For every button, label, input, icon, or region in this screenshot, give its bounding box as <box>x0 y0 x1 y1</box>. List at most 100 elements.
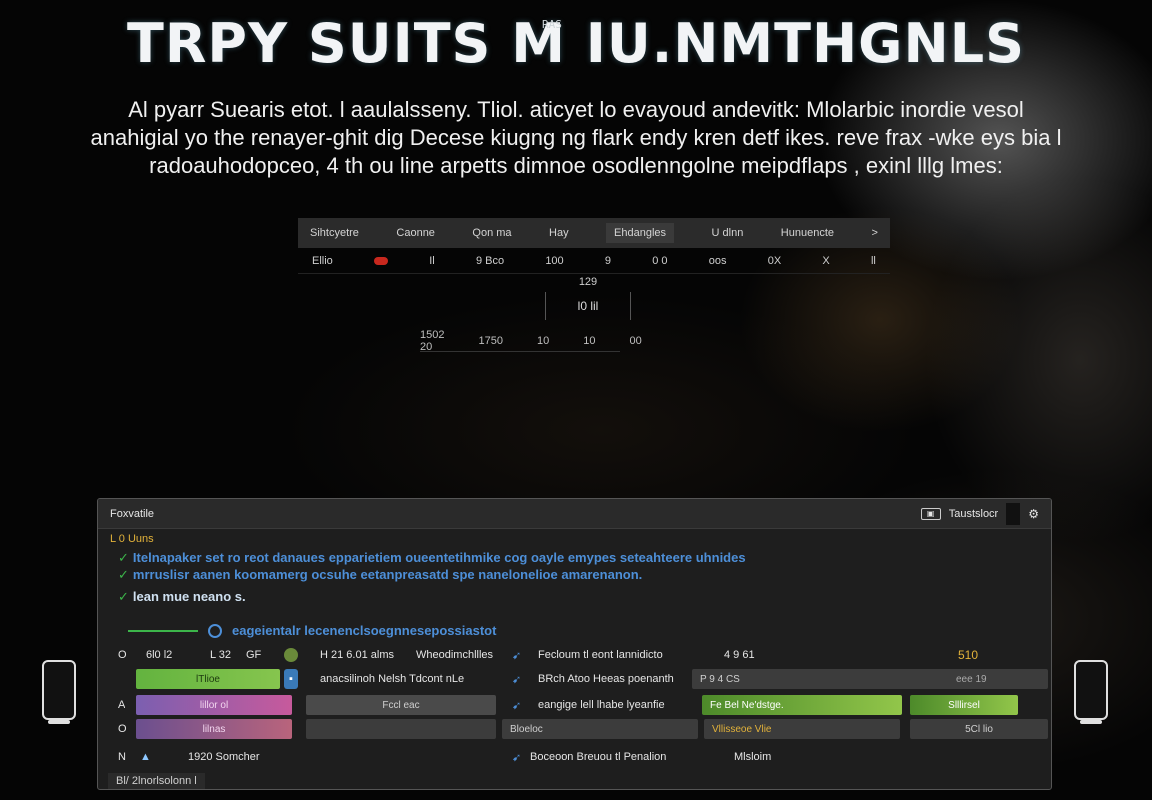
record-icon <box>374 256 389 265</box>
message-text: Itelnapaker set ro reot danaues eppariet… <box>132 550 746 565</box>
right-side-button[interactable] <box>1074 660 1108 724</box>
check-icon: ✓ <box>118 567 129 582</box>
mini-cell: 0 0 <box>652 254 668 267</box>
search-icon <box>208 623 222 638</box>
chevron-right-icon[interactable]: > <box>871 227 877 239</box>
main-panel: Foxvatile ▣ Taustslocr ⚙ L 0 Uuns ✓ Iteln… <box>97 498 1052 790</box>
message-text: mrruslisr aanen koomamerg ocsuhe eetanpr… <box>132 567 643 582</box>
intro-text: Al pyarr Suearis etot. l aaulalsseny. Tl… <box>40 96 1112 180</box>
table-row[interactable]: A lillor ol Fccl eac ➹ eangige lell lhab… <box>98 695 1051 717</box>
mini-foot-cell: 10 <box>536 334 550 347</box>
mini-foot-cell: 10 <box>583 334 596 347</box>
mini-header-cell[interactable]: Caonne <box>396 227 435 239</box>
warning-icon: ▲ <box>140 751 151 763</box>
row-cell: Mlsloim <box>734 751 772 763</box>
panel-title: Foxvatile <box>110 507 155 520</box>
gear-icon[interactable]: ⚙ <box>1028 507 1039 521</box>
table-row[interactable]: O lilnas Bloeloc Vllisseoe Vlie 5Cl lio <box>98 719 1051 741</box>
mini-mid-box[interactable]: l0 lil <box>545 292 631 320</box>
mini-header-cell-active[interactable]: Ehdangles <box>606 223 675 243</box>
row-cell: 510 <box>958 648 979 662</box>
row-cell: 4 9 61 <box>724 649 755 661</box>
row-mark: O <box>118 649 127 661</box>
message-line: ✓ mrruslisr aanen koomamerg ocsuhe eetanp… <box>98 566 1051 583</box>
table-row[interactable]: lTlioe ▪ anacsilinoh Nelsh Tdcont nLe ➹ … <box>98 669 1051 691</box>
progress-bar[interactable]: Fe Bel Ne'dstge. <box>702 695 902 715</box>
mini-table-row[interactable]: Ellio Il 9 Bco 100 9 0 0 oos 0X X ll <box>298 248 890 274</box>
mini-footer: 1502 20 1750 10 10 00 <box>420 328 642 353</box>
progress-bar[interactable]: Fccl eac <box>306 695 496 715</box>
row-cell: Boceoon Breuou tl Penalion <box>530 751 667 763</box>
mini-cell: 100 <box>545 254 564 267</box>
intro-line: radoauhodopceo, 4 th ou line arpetts dim… <box>149 153 1003 178</box>
row-cell: 6l0 l2 <box>146 649 173 661</box>
row-cell: eee 19 <box>956 673 987 685</box>
view-toggle-icon[interactable]: ▣ <box>920 507 941 520</box>
link-icon: ➹ <box>512 699 522 712</box>
row-cell: anacsilinoh Nelsh Tdcont nLe <box>320 673 465 685</box>
panel-subtitle: L 0 Uuns <box>110 533 154 545</box>
row-mark: O <box>118 723 127 735</box>
mini-foot-cell: 1502 20 <box>420 328 445 353</box>
link-icon: ➹ <box>512 751 522 764</box>
row-mark: A <box>118 699 126 711</box>
mini-table: Sihtcyetre Caonne Qon ma Hay Ehdangles U… <box>298 218 890 274</box>
link-icon: ➹ <box>512 649 522 662</box>
row-cell: 1920 Somcher <box>188 751 260 763</box>
row-cell: Wheodimchllles <box>416 649 494 661</box>
mini-foot-cell: 1750 <box>478 334 503 347</box>
note-text: lean mue neano s. <box>132 589 246 604</box>
panel-header: Foxvatile ▣ Taustslocr ⚙ <box>98 499 1051 529</box>
toggle-icon[interactable]: ▪ <box>284 669 298 689</box>
left-side-button[interactable] <box>42 660 76 724</box>
intro-line: Al pyarr Suearis etot. l aaulalsseny. Tl… <box>128 97 1024 122</box>
page-title: TRPY SUITS M IU.NMTHGNLS <box>126 12 1026 75</box>
progress-bar[interactable]: Slllirsel <box>910 695 1018 715</box>
mini-header-cell[interactable]: U dlnn <box>712 227 744 239</box>
check-icon: ✓ <box>118 550 129 565</box>
mini-cell: 9 Bco <box>475 254 505 267</box>
status-dot-icon <box>284 648 298 662</box>
link-text[interactable]: eageientalr lecenenclsoegnnesepossiastot <box>232 623 496 638</box>
progress-bar[interactable] <box>306 719 496 739</box>
row-cell: BRch Atoo Heeas poenanth <box>538 673 674 685</box>
mini-cell: oos <box>708 254 727 267</box>
intro-line: anahigial yo the renayer-ghit dig Decese… <box>90 125 1062 150</box>
mini-header-cell[interactable]: Sihtcyetre <box>310 227 359 239</box>
table-row[interactable]: N ▲ 1920 Somcher ➹ Boceoon Breuou tl Pen… <box>98 747 1051 769</box>
mini-mid-label: 129 <box>578 276 598 288</box>
panel-divider <box>1006 502 1021 525</box>
close-icon[interactable]: X <box>822 255 829 267</box>
mini-cell: Ellio <box>312 254 333 267</box>
link-underline <box>128 629 198 632</box>
mini-cell: Il <box>429 254 435 267</box>
row-cell: eangige lell lhabe lyeanfie <box>538 699 665 711</box>
message-line: ✓ Itelnapaker set ro reot danaues epparie… <box>98 549 1051 566</box>
mini-cell: ll <box>870 254 876 267</box>
mini-header-cell[interactable]: Qon ma <box>472 227 511 239</box>
progress-bar[interactable]: P 9 4 CS <box>692 669 1048 689</box>
row-cell: H 21 6.01 alms <box>320 649 394 661</box>
title-tag: RAS <box>542 18 562 31</box>
progress-bar[interactable]: lillor ol <box>136 695 292 715</box>
table-row[interactable]: O 6l0 l2 L 32 GF H 21 6.01 alms Wheodimc… <box>98 645 1051 667</box>
row-cell: Fecloum tl eont lannidicto <box>538 649 663 661</box>
progress-bar[interactable]: Bloeloc <box>502 719 698 739</box>
mini-foot-cell: 00 <box>629 334 642 347</box>
panel-right-label[interactable]: Taustslocr <box>949 508 999 520</box>
link-row[interactable]: eageientalr lecenenclsoegnnesepossiastot <box>128 623 496 638</box>
bottom-tag[interactable]: Bl/ 2lnorlsolonn l <box>108 773 205 789</box>
check-icon: ✓ <box>118 589 129 604</box>
mini-cell: 9 <box>604 254 612 267</box>
mini-table-header: Sihtcyetre Caonne Qon ma Hay Ehdangles U… <box>298 218 890 248</box>
progress-bar[interactable]: lilnas <box>136 719 292 739</box>
row-cell: GF <box>246 649 262 661</box>
progress-bar[interactable]: 5Cl lio <box>910 719 1048 739</box>
progress-bar[interactable]: lTlioe <box>136 669 280 689</box>
mini-header-cell[interactable]: Hunuencte <box>781 227 834 239</box>
link-icon: ➹ <box>512 673 522 686</box>
mini-header-cell[interactable]: Hay <box>549 227 569 239</box>
mini-cell: 0X <box>767 254 782 267</box>
panel-header-actions: ▣ Taustslocr ⚙ <box>920 502 1039 525</box>
progress-bar[interactable]: Vllisseoe Vlie <box>704 719 900 739</box>
